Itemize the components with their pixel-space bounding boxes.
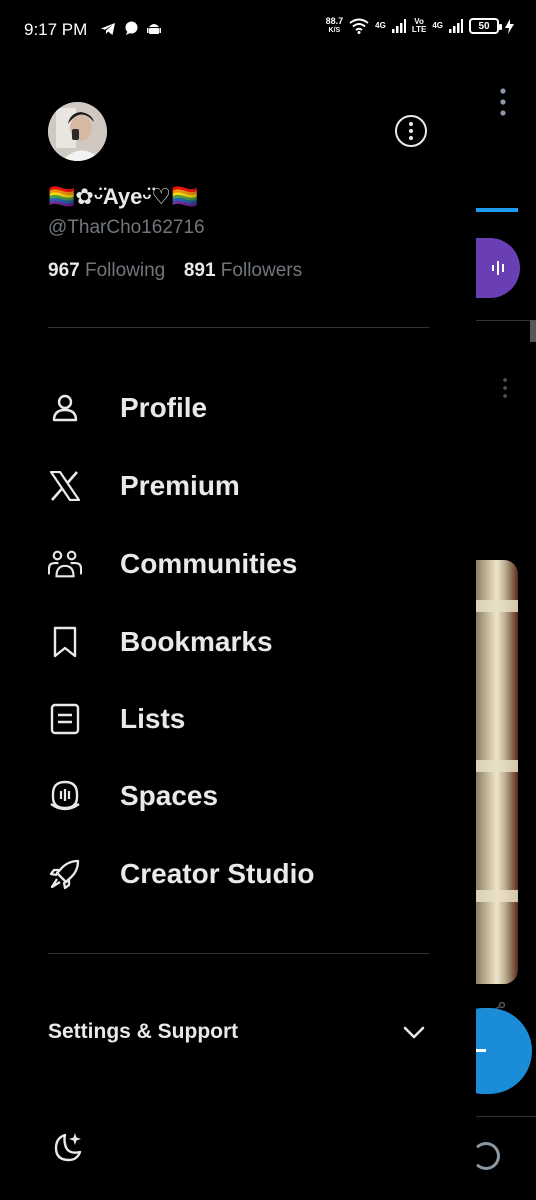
speed-value: 88.7	[325, 16, 344, 26]
menu-label: Bookmarks	[120, 626, 273, 657]
audio-wave-icon	[492, 261, 504, 275]
menu-item-profile[interactable]: Profile	[0, 378, 476, 438]
avatar-photo	[48, 102, 107, 161]
followers-link[interactable]: 891 Followers	[184, 260, 302, 281]
post-image[interactable]	[476, 560, 518, 984]
followers-count: 891	[183, 260, 216, 281]
battery-level: 50	[478, 20, 490, 32]
network-speed: 88.7 K/S	[326, 17, 344, 35]
wifi-icon	[349, 18, 369, 34]
android-icon	[147, 24, 161, 34]
display-name[interactable]: 🏳️‍🌈✿ᵕ̈Ayeᵕ̈♡🏳️‍🌈	[48, 184, 199, 210]
volte-indicator: Vo LTE	[412, 18, 427, 34]
theme-toggle-moon-icon[interactable]	[48, 1130, 84, 1166]
person-icon	[48, 391, 82, 425]
overflow-menu-icon[interactable]	[500, 88, 506, 116]
bottom-nav-divider	[476, 1116, 536, 1117]
following-link[interactable]: 967 Following	[48, 260, 171, 281]
settings-support-toggle[interactable]: Settings & Support	[48, 1020, 238, 1044]
spaces-icon	[48, 779, 82, 813]
battery-icon: 50	[469, 18, 502, 34]
status-bar: 9:17 PM 88.7 K/S 4G Vo LTE 4G 50	[0, 0, 536, 62]
menu-label: Profile	[120, 392, 208, 423]
post-more-icon[interactable]	[503, 378, 507, 398]
network-type-1: 4G	[375, 21, 386, 30]
network-type-2: 4G	[432, 21, 443, 30]
telegram-icon	[101, 22, 115, 35]
volte-bottom: LTE	[411, 25, 427, 34]
signal-icon-2	[449, 19, 463, 33]
dot	[409, 122, 413, 126]
navigation-drawer: 🏳️‍🌈✿ᵕ̈Ayeᵕ̈♡🏳️‍🌈 @TharCho162716 967 Fol…	[0, 62, 476, 1200]
timeline-divider	[476, 320, 536, 321]
following-label: Following	[84, 260, 166, 281]
menu-label: Spaces	[120, 780, 219, 811]
active-tab-indicator	[476, 208, 518, 212]
username-handle[interactable]: @TharCho162716	[48, 217, 205, 239]
divider	[48, 953, 429, 954]
x-logo-icon	[48, 469, 82, 503]
charging-icon	[505, 18, 514, 34]
follow-stats: 967 Following 891 Followers	[48, 260, 302, 282]
menu-item-creator-studio[interactable]: Creator Studio	[0, 844, 476, 904]
chat-bubble-icon	[125, 21, 138, 35]
menu-item-lists[interactable]: Lists	[0, 689, 476, 749]
signal-icon-1	[391, 19, 406, 33]
menu-item-communities[interactable]: Communities	[0, 534, 476, 594]
menu-label: Communities	[120, 548, 298, 579]
status-time: 9:17 PM	[24, 20, 88, 39]
followers-label: Followers	[220, 260, 303, 281]
menu-item-spaces[interactable]: Spaces	[0, 766, 476, 826]
compose-plus-icon	[476, 1049, 486, 1052]
menu-item-bookmarks[interactable]: Bookmarks	[0, 612, 476, 672]
communities-icon	[48, 547, 82, 581]
bookmark-icon	[48, 625, 82, 659]
divider	[48, 327, 429, 328]
dot	[409, 129, 413, 133]
menu-label: Premium	[120, 470, 240, 501]
avatar[interactable]	[48, 102, 107, 161]
speed-unit: K/S	[328, 27, 341, 34]
following-count: 967	[48, 260, 80, 281]
menu-label: Creator Studio	[120, 858, 315, 889]
rocket-icon	[48, 857, 82, 891]
dot	[409, 136, 413, 140]
menu-item-premium[interactable]: Premium	[0, 456, 476, 516]
system-icons: 88.7 K/S 4G Vo LTE 4G 50	[326, 17, 514, 35]
loading-spinner-icon	[472, 1142, 500, 1170]
scrollbar[interactable]	[530, 320, 536, 342]
list-icon	[48, 702, 82, 736]
menu-label: Lists	[120, 703, 186, 734]
chevron-down-icon[interactable]	[402, 1024, 426, 1040]
notification-icons	[100, 21, 161, 36]
account-options-button[interactable]	[395, 115, 427, 147]
